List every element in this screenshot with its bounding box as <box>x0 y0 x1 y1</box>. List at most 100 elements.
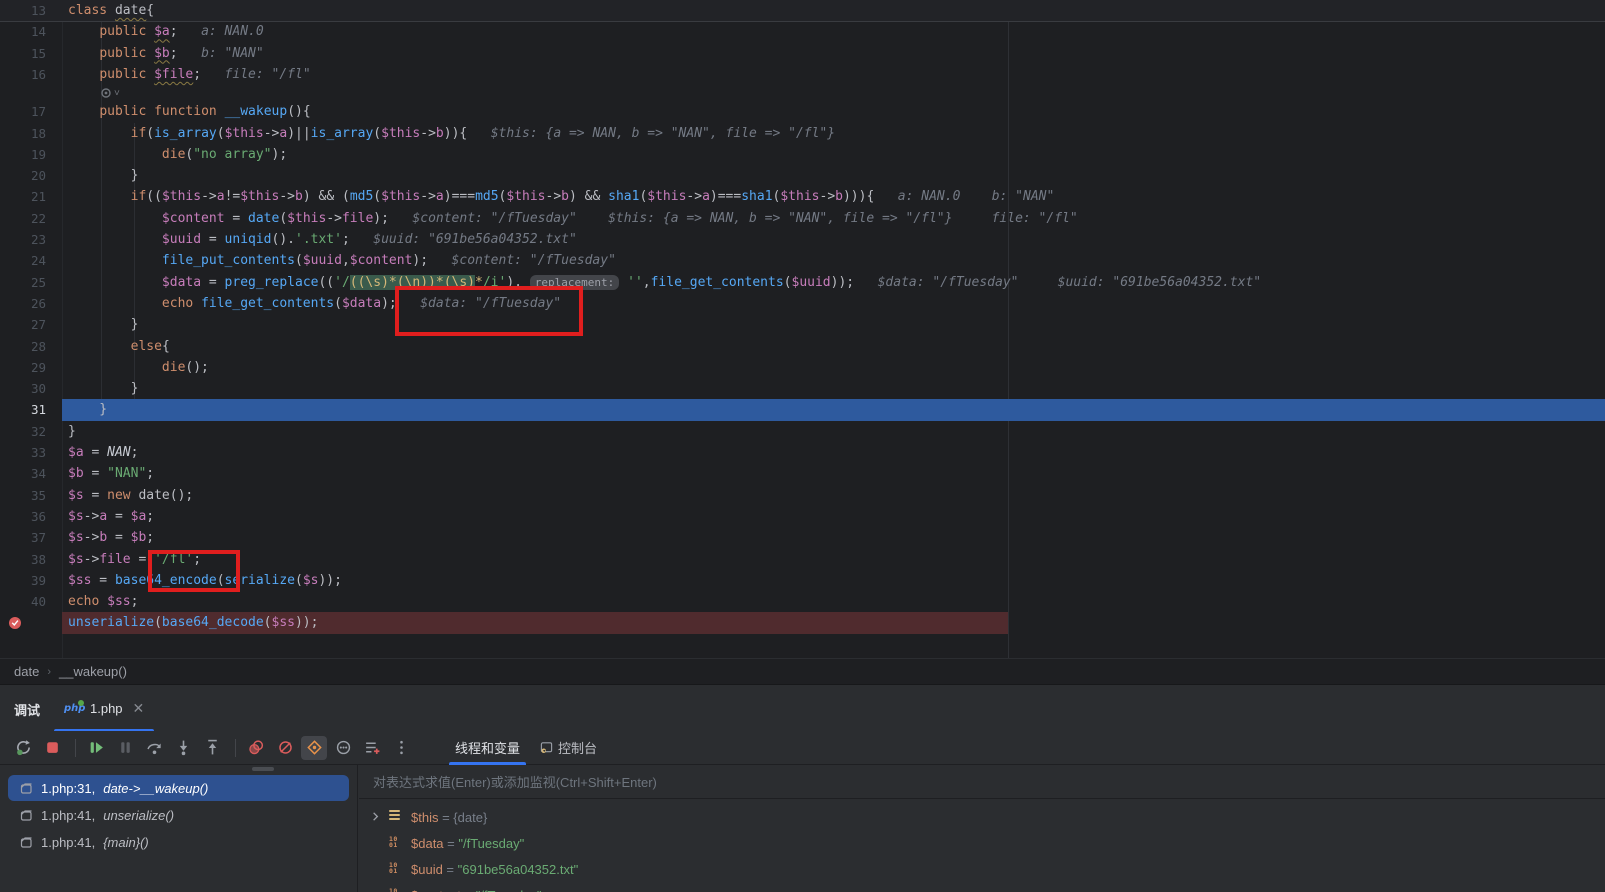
line-number[interactable]: 37 <box>0 527 46 548</box>
line-number[interactable]: 25 <box>0 272 46 293</box>
code-line[interactable]: 15 public $b; b: "NAN" <box>0 43 1605 65</box>
code-line[interactable]: 33 $a = NAN; <box>0 442 1605 464</box>
line-number[interactable]: 28 <box>0 336 46 357</box>
code-line[interactable]: 28 else{ <box>0 336 1605 358</box>
code-line[interactable]: 36 $s->a = $a; <box>0 506 1605 528</box>
settings-button[interactable] <box>330 736 356 760</box>
pause-button[interactable] <box>112 736 138 760</box>
code-line[interactable]: 38 $s->file = '/fl'; <box>0 549 1605 571</box>
frame-icon <box>20 836 33 849</box>
line-number[interactable]: 26 <box>0 293 46 314</box>
line-number[interactable]: 20 <box>0 165 46 186</box>
code-line[interactable]: 35 $s = new date(); <box>0 485 1605 507</box>
code-line[interactable]: 20 } <box>0 165 1605 187</box>
tab-console[interactable]: 控制台 <box>530 731 607 765</box>
line-number[interactable]: 16 <box>0 64 46 85</box>
mute-breakpoints-button[interactable] <box>272 736 298 760</box>
line-number[interactable]: 34 <box>0 463 46 484</box>
code-editor[interactable]: 13 class date{14 public $a; a: NAN.0 15 pu… <box>0 0 1605 658</box>
frames-panel[interactable]: 1.php:31, date->__wakeup() 1.php:41, unse… <box>0 765 358 892</box>
close-icon[interactable]: ✕ <box>133 700 145 717</box>
code-line[interactable]: 40 echo $ss; <box>0 591 1605 613</box>
code-line[interactable]: 13 class date{ <box>0 0 1605 22</box>
line-number[interactable]: 23 <box>0 229 46 250</box>
breadcrumb-item[interactable]: date <box>14 664 39 679</box>
code-line[interactable]: 24 file_put_contents($uuid,$content); $c… <box>0 250 1605 272</box>
object-icon <box>389 810 403 824</box>
breadcrumb-item[interactable]: __wakeup() <box>59 664 127 679</box>
code-line[interactable]: 21 if(($this->a!=$this->b) && (md5($this… <box>0 186 1605 208</box>
step-over-button[interactable] <box>141 736 167 760</box>
watch-expression-input[interactable]: 对表达式求值(Enter)或添加监视(Ctrl+Shift+Enter) <box>359 765 1605 799</box>
line-number[interactable]: 31 <box>0 399 46 420</box>
debug-session-tab[interactable]: php 1.php ✕ <box>52 685 156 732</box>
breadcrumb[interactable]: date › __wakeup() <box>0 658 1605 684</box>
resume-button[interactable] <box>83 736 109 760</box>
line-number[interactable]: 21 <box>0 186 46 207</box>
code-line[interactable]: 31 } <box>0 399 1605 421</box>
line-number[interactable]: 27 <box>0 314 46 335</box>
line-number[interactable]: 35 <box>0 485 46 506</box>
variable-row[interactable]: $this = {date} <box>359 804 1605 830</box>
line-number[interactable]: 32 <box>0 421 46 442</box>
line-number[interactable]: 13 <box>0 0 46 21</box>
step-into-button[interactable] <box>170 736 196 760</box>
step-out-button[interactable] <box>199 736 225 760</box>
variable-row[interactable]: 10 01 $data = "/fTuesday" <box>359 830 1605 856</box>
stack-frame-row[interactable]: 1.php:41, {main}() <box>8 829 349 855</box>
code-line[interactable]: 22 $content = date($this->file); $conten… <box>0 208 1605 230</box>
line-number[interactable]: 24 <box>0 250 46 271</box>
code-line[interactable]: 27 } <box>0 314 1605 336</box>
code-line[interactable]: 26 echo file_get_contents($data); $data:… <box>0 293 1605 315</box>
scrollbar-thumb[interactable] <box>252 767 274 771</box>
stop-button[interactable] <box>39 736 65 760</box>
code-line[interactable]: unserialize(base64_decode($ss)); <box>0 612 1605 634</box>
view-breakpoints-button[interactable] <box>243 736 269 760</box>
code-text: $b = "NAN"; <box>68 466 155 482</box>
stack-frame-row[interactable]: 1.php:41, unserialize() <box>8 802 349 828</box>
code-line[interactable]: 37 $s->b = $b; <box>0 527 1605 549</box>
line-number[interactable]: 39 <box>0 570 46 591</box>
code-line[interactable]: 34 $b = "NAN"; <box>0 463 1605 485</box>
line-number[interactable]: 19 <box>0 144 46 165</box>
toolbar-separator <box>235 738 236 757</box>
rerun-button[interactable] <box>10 736 36 760</box>
line-number[interactable]: 17 <box>0 101 46 122</box>
line-number[interactable]: 29 <box>0 357 46 378</box>
code-line[interactable]: 23 $uuid = uniqid().'.txt'; $uuid: "691b… <box>0 229 1605 251</box>
debug-content: 1.php:31, date->__wakeup() 1.php:41, unse… <box>0 765 1605 892</box>
line-number[interactable]: 38 <box>0 549 46 570</box>
line-number[interactable]: 36 <box>0 506 46 527</box>
variable-row[interactable]: 10 01 $uuid = "691be56a04352.txt" <box>359 856 1605 882</box>
line-number[interactable]: 22 <box>0 208 46 229</box>
method-inlay-icon[interactable]: ˅ <box>100 86 130 100</box>
line-number[interactable]: 33 <box>0 442 46 463</box>
line-number[interactable]: 15 <box>0 43 46 64</box>
code-line[interactable]: 17 public function __wakeup(){ <box>0 101 1605 123</box>
code-line[interactable]: 32} <box>0 421 1605 443</box>
breakpoint-icon[interactable] <box>8 616 22 630</box>
line-number[interactable]: 40 <box>0 591 46 612</box>
line-number[interactable]: 18 <box>0 123 46 144</box>
variable-row[interactable]: 1001 $content = "/fTuesday" <box>359 882 1605 892</box>
stack-frame-row[interactable]: 1.php:31, date->__wakeup() <box>8 775 349 801</box>
chevron-right-icon[interactable] <box>369 810 383 824</box>
debug-listener-button[interactable] <box>301 735 327 760</box>
code-line[interactable]: 16 public $file; file: "/fl" <box>0 64 1605 86</box>
frame-function: date->__wakeup() <box>103 780 209 796</box>
annotation-box <box>148 550 240 592</box>
line-number[interactable]: 14 <box>0 21 46 42</box>
code-line[interactable]: 18 if(is_array($this->a)||is_array($this… <box>0 123 1605 145</box>
line-number[interactable]: 30 <box>0 378 46 399</box>
code-line[interactable]: 14 public $a; a: NAN.0 <box>0 21 1605 43</box>
code-line[interactable]: 29 die(); <box>0 357 1605 379</box>
variables-list[interactable]: $this = {date} 10 01 $data = "/fTuesday" 10 0… <box>359 799 1605 892</box>
add-watch-button[interactable] <box>359 736 385 760</box>
tab-threads-variables[interactable]: 线程和变量 <box>445 731 530 765</box>
code-line[interactable]: 25 $data = preg_replace(('/((\s)*(\n))*(… <box>0 272 1605 294</box>
more-button[interactable] <box>388 736 414 760</box>
watch-placeholder: 对表达式求值(Enter)或添加监视(Ctrl+Shift+Enter) <box>373 775 657 790</box>
code-line[interactable]: 19 die("no array"); <box>0 144 1605 166</box>
code-line[interactable]: 30 } <box>0 378 1605 400</box>
code-line[interactable]: 39 $ss = base64_encode(serialize($s)); <box>0 570 1605 592</box>
